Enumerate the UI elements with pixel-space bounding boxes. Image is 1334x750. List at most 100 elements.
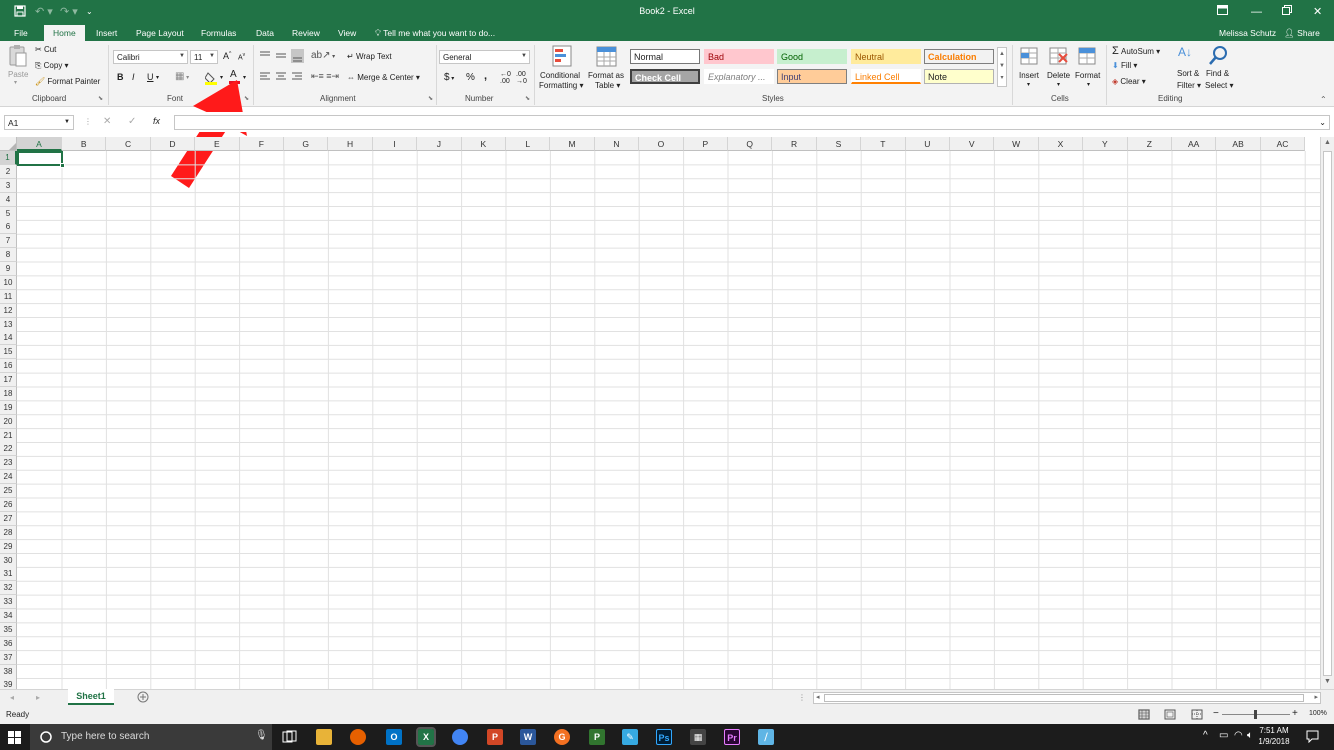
column-header[interactable]: O (639, 137, 684, 151)
column-header[interactable]: I (372, 137, 418, 151)
zoom-slider-thumb[interactable] (1254, 710, 1257, 719)
row-header[interactable]: 33 (0, 595, 17, 610)
currency-button[interactable]: $ ▾ (444, 72, 454, 83)
publisher-icon[interactable]: P (589, 729, 605, 745)
row-header[interactable]: 17 (0, 373, 17, 388)
wifi-icon[interactable]: ◠ (1234, 730, 1243, 741)
app-icon[interactable]: ⧸ (758, 729, 774, 745)
premiere-icon[interactable]: Pr (724, 729, 740, 745)
column-header[interactable]: H (328, 137, 373, 151)
row-header[interactable]: 28 (0, 525, 17, 540)
row-header[interactable]: 3 (0, 178, 17, 193)
zoom-out-icon[interactable]: − (1213, 708, 1219, 719)
row-header[interactable]: 29 (0, 539, 17, 554)
select-all-button[interactable] (0, 137, 17, 151)
ribbon-display-options-icon[interactable] (1217, 5, 1228, 19)
zoom-level[interactable]: 100% (1309, 710, 1327, 717)
tab-view[interactable]: View (338, 28, 356, 38)
row-header[interactable]: 32 (0, 581, 17, 596)
decrease-decimal-icon[interactable]: .00 →0 (516, 71, 527, 85)
column-header[interactable]: AA (1172, 137, 1217, 151)
chrome-icon[interactable] (452, 729, 468, 745)
underline-dropdown-icon[interactable]: ▾ (156, 74, 159, 81)
row-header[interactable]: 10 (0, 275, 17, 290)
new-sheet-button[interactable] (137, 691, 149, 705)
normal-view-icon[interactable] (1138, 709, 1150, 720)
column-header[interactable]: F (239, 137, 284, 151)
number-format-select[interactable]: General ▼ (439, 50, 530, 64)
column-header[interactable]: Q (728, 137, 773, 151)
cut-button[interactable]: ✂ Cut (35, 45, 56, 54)
horizontal-scroll-thumb[interactable] (824, 694, 1304, 702)
snagit-icon[interactable]: G (554, 729, 570, 745)
copy-button[interactable]: ⎘ Copy ▾ (35, 61, 69, 71)
zoom-in-icon[interactable]: + (1292, 708, 1298, 719)
prev-sheet-icon[interactable]: ◂ (10, 693, 14, 702)
column-header[interactable]: N (594, 137, 640, 151)
close-icon[interactable]: ✕ (1313, 5, 1322, 19)
column-header[interactable]: E (195, 137, 240, 151)
calculator-icon[interactable]: ▦ (690, 729, 706, 745)
style-note[interactable]: Note (924, 69, 994, 84)
style-bad[interactable]: Bad (704, 49, 774, 64)
tab-home[interactable]: Home (44, 25, 85, 41)
vertical-scroll-thumb[interactable] (1323, 151, 1332, 676)
column-header[interactable]: M (550, 137, 595, 151)
format-painter-button[interactable]: 🖌︎ Format Painter (35, 77, 100, 86)
name-box[interactable]: A1 ▼ (4, 115, 74, 130)
row-header[interactable]: 35 (0, 622, 17, 637)
windows-start-icon[interactable] (8, 731, 21, 744)
row-header[interactable]: 26 (0, 498, 17, 512)
column-header[interactable]: R (772, 137, 817, 151)
fill-handle[interactable] (60, 163, 65, 168)
comma-button[interactable]: , (484, 70, 487, 82)
column-header[interactable]: P (683, 137, 728, 151)
column-header[interactable]: AC (1260, 137, 1306, 151)
row-header[interactable]: 4 (0, 192, 17, 207)
column-header[interactable]: W (994, 137, 1039, 151)
column-header[interactable]: G (284, 137, 329, 151)
tab-insert[interactable]: Insert (96, 28, 117, 38)
fill-button[interactable]: ⬇ Fill ▾ (1112, 61, 1137, 70)
tab-data[interactable]: Data (256, 28, 274, 38)
style-calculation[interactable]: Calculation (924, 49, 994, 64)
row-header[interactable]: 8 (0, 248, 17, 263)
scroll-right-icon[interactable]: ▸ (1314, 693, 1318, 701)
share-button[interactable]: 👤︎ Share (1284, 28, 1320, 39)
next-sheet-icon[interactable]: ▸ (36, 693, 40, 702)
taskbar-search-box[interactable]: Type here to search 🎙︎ (30, 724, 272, 750)
notes-app-icon[interactable]: ✎ (622, 729, 638, 745)
italic-button[interactable]: I (132, 72, 135, 82)
collapse-ribbon-icon[interactable]: ⌃ (1320, 95, 1327, 104)
style-check-cell[interactable]: Check Cell (630, 69, 700, 84)
style-linked-cell[interactable]: Linked Cell (851, 69, 921, 84)
style-good[interactable]: Good (777, 49, 847, 64)
column-header[interactable]: D (150, 137, 196, 151)
row-header[interactable]: 23 (0, 456, 17, 471)
decrease-font-size-icon[interactable]: Av (238, 52, 245, 61)
active-cell-a1[interactable] (17, 151, 65, 168)
photoshop-icon[interactable]: Ps (656, 729, 672, 745)
row-header[interactable]: 38 (0, 664, 17, 679)
autosum-button[interactable]: Σ AutoSum ▾ (1112, 45, 1160, 57)
horizontal-scrollbar[interactable]: ◂ ▸ (813, 692, 1321, 704)
minimize-icon[interactable]: — (1251, 5, 1262, 19)
battery-icon[interactable]: ▭ (1219, 730, 1228, 741)
column-header[interactable]: A (17, 137, 62, 151)
tab-split-handle-icon[interactable]: ⋮ (798, 693, 806, 702)
scroll-down-icon[interactable]: ▼ (1324, 678, 1331, 685)
column-header[interactable]: AB (1216, 137, 1261, 151)
column-header[interactable]: Z (1127, 137, 1172, 151)
outlook-icon[interactable]: O (386, 729, 402, 745)
alignment-launcher-icon[interactable]: ⬊ (428, 95, 433, 102)
column-header[interactable]: K (461, 137, 506, 151)
row-header[interactable]: 11 (0, 289, 17, 304)
scroll-up-icon[interactable]: ▲ (1324, 139, 1331, 146)
style-input[interactable]: Input (777, 69, 847, 84)
clear-button[interactable]: ◈ Clear ▾ (1112, 77, 1146, 86)
row-header[interactable]: 39 (0, 678, 17, 689)
row-header[interactable]: 27 (0, 511, 17, 526)
row-header[interactable]: 31 (0, 567, 17, 582)
clipboard-launcher-icon[interactable]: ⬊ (98, 95, 103, 102)
row-header[interactable]: 18 (0, 386, 17, 401)
